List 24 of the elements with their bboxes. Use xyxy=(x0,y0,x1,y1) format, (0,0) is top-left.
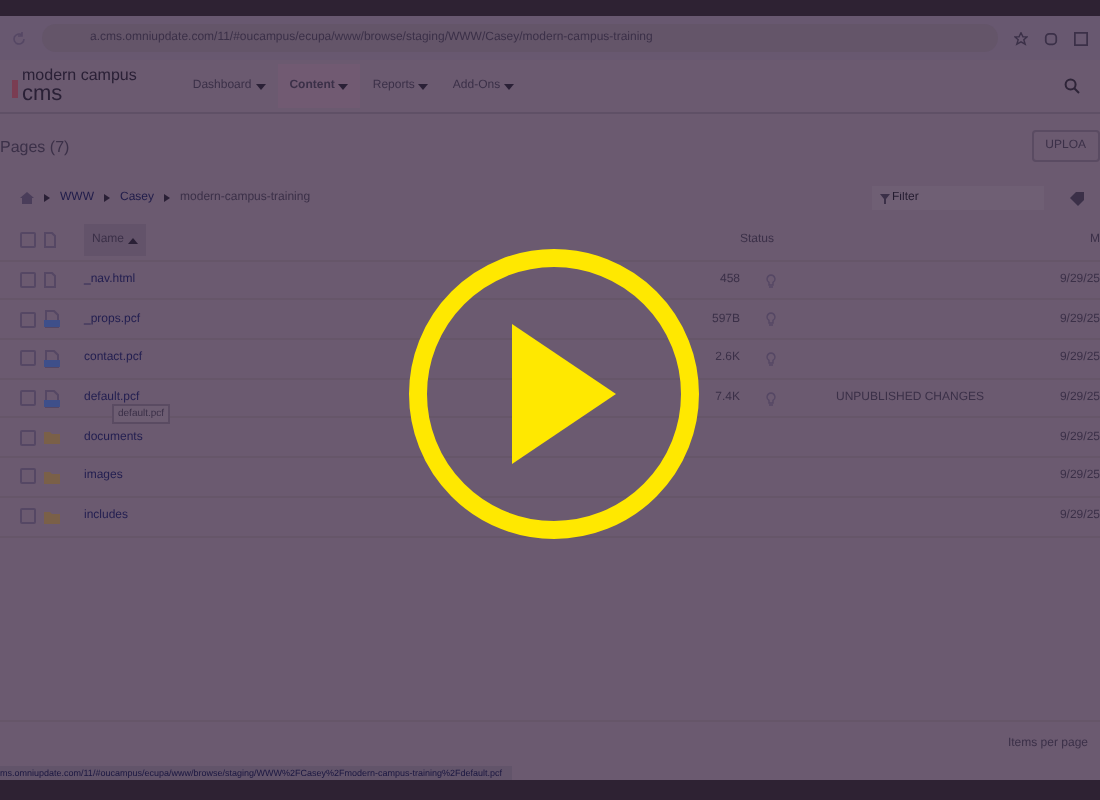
sidebar-icon[interactable] xyxy=(1074,31,1088,45)
page-file-icon xyxy=(44,310,60,329)
caret-icon xyxy=(418,83,429,89)
folder-icon xyxy=(44,509,60,524)
caret-icon xyxy=(128,237,139,244)
caret-icon xyxy=(504,83,515,89)
caret-icon xyxy=(255,83,266,89)
star-icon[interactable] xyxy=(1014,31,1028,45)
logo-text: cms xyxy=(22,83,65,105)
folder-icon xyxy=(44,430,60,445)
home-icon[interactable] xyxy=(20,192,34,204)
caret-icon xyxy=(338,83,349,89)
chevron-icon xyxy=(44,194,50,202)
filter-icon xyxy=(880,193,890,203)
logo-text: modern campus xyxy=(22,67,137,83)
play-icon[interactable] xyxy=(408,248,700,540)
search-icon[interactable] xyxy=(1064,78,1080,94)
page-file-icon xyxy=(44,349,60,368)
folder-icon xyxy=(44,469,60,484)
chevron-icon xyxy=(164,194,171,202)
chevron-icon xyxy=(104,194,110,202)
extension-icon[interactable] xyxy=(1044,31,1058,45)
page-file-icon xyxy=(44,389,60,408)
tag-icon[interactable] xyxy=(1070,191,1084,205)
